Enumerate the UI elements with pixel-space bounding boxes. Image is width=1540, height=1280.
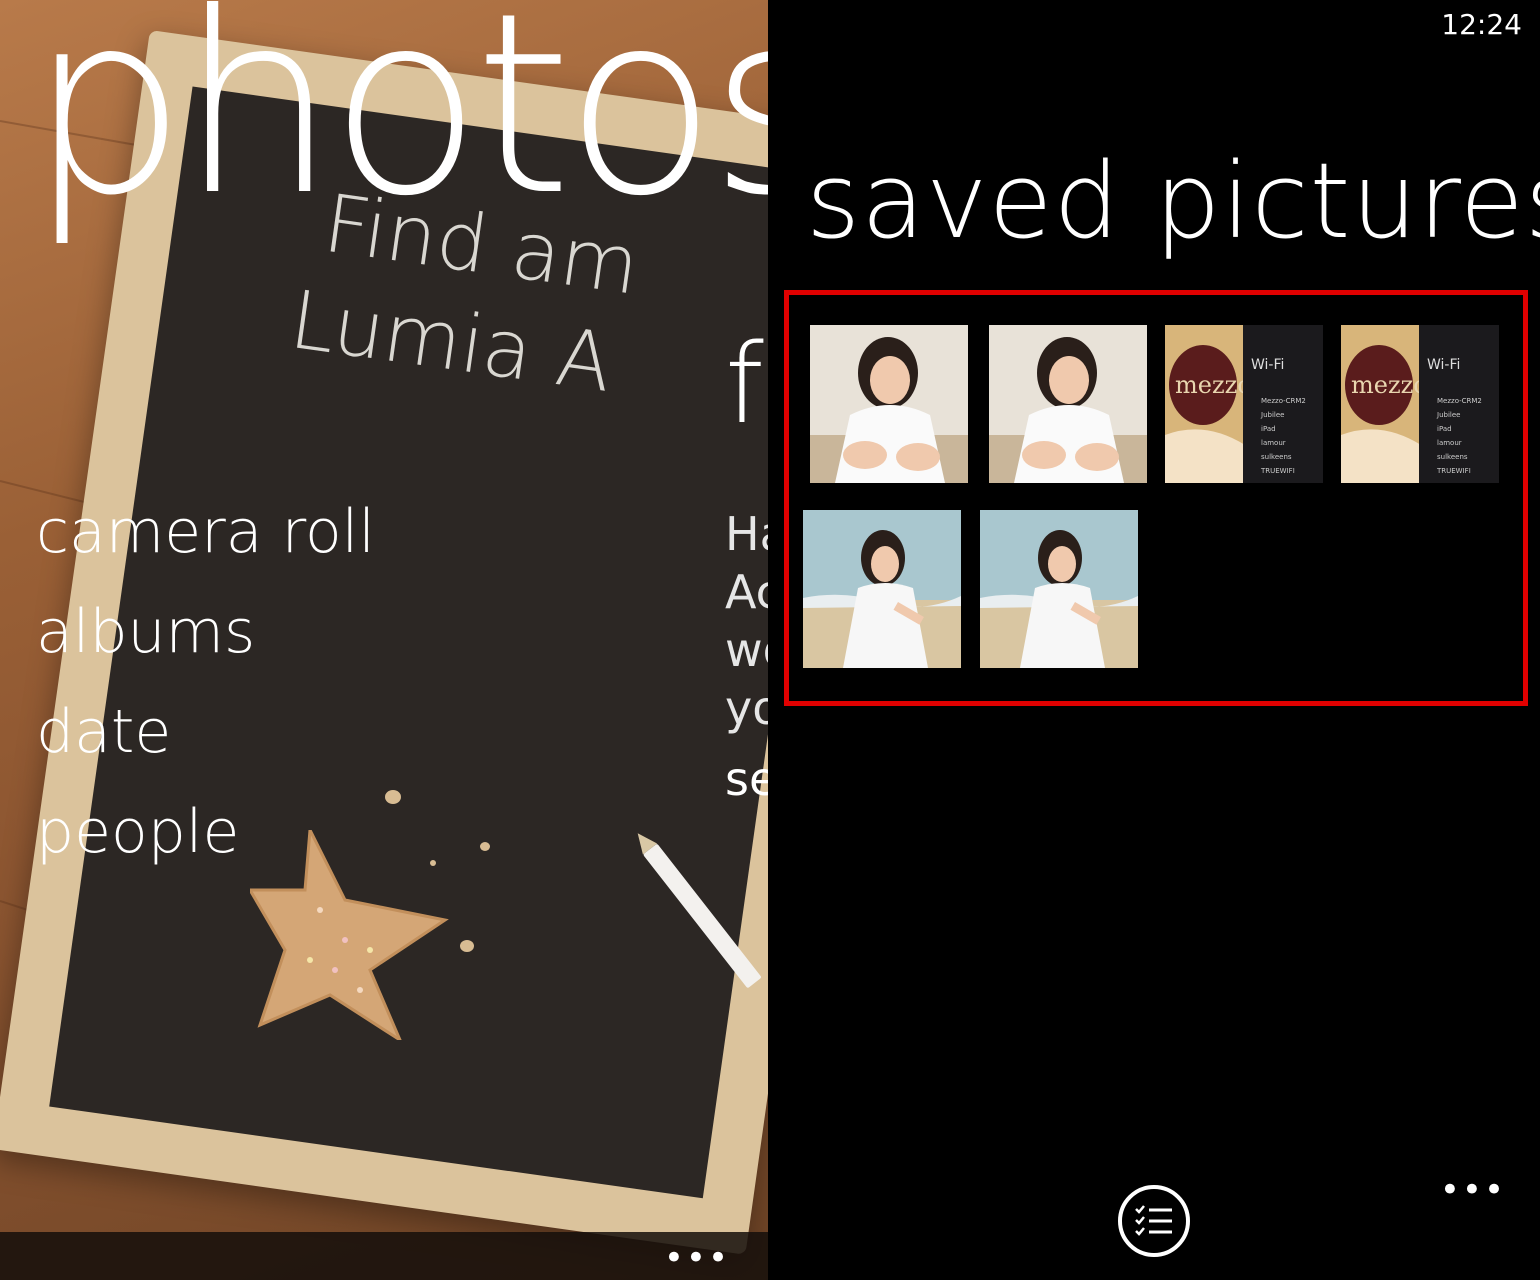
photo-image [989, 325, 1147, 483]
photo-image [803, 510, 961, 668]
menu-item-people[interactable]: people [36, 802, 239, 862]
crumb [430, 860, 436, 866]
network-label: Jubilee [1260, 411, 1284, 419]
menu-item-date[interactable]: date [36, 702, 171, 762]
network-label: lamour [1261, 439, 1286, 447]
crumb [460, 940, 474, 952]
wifi-title: Wi-Fi [1427, 357, 1460, 373]
photo-thumbnail-girl-white-dress-2[interactable] [989, 325, 1147, 483]
photo-thumbnail-wifi-screenshot-2[interactable]: mezzo Wi-Fi Mezzo-CRM2 Jubilee iPad lamo… [1341, 325, 1499, 483]
network-label: sulkeens [1261, 453, 1292, 461]
peek-line: yo [725, 681, 768, 735]
network-label: iPad [1437, 425, 1452, 433]
cup-text: mezzo [1175, 371, 1252, 399]
app-bar: ••• [0, 1232, 768, 1280]
photo-thumbnail-girl-beach-2[interactable] [980, 510, 1138, 668]
photo-image: mezzo Wi-Fi Mezzo-CRM2 Jubilee iPad lamo… [1341, 325, 1499, 483]
photo-image: mezzo Wi-Fi Mezzo-CRM2 Jubilee iPad lamo… [1165, 325, 1323, 483]
photos-hub-panel: Find am Lumia A photos fe Ha Ac wo yo se… [0, 0, 768, 1280]
peek-line: wo [725, 623, 768, 677]
photo-image [810, 325, 968, 483]
saved-pictures-panel: 12:24 saved pictures mezzo Wi-Fi Mezzo-C… [768, 0, 1540, 1280]
photo-image [980, 510, 1138, 668]
status-clock: 12:24 [1441, 8, 1522, 41]
menu-item-albums[interactable]: albums [36, 602, 255, 662]
peek-line: Ha [725, 507, 768, 561]
peek-heading: fe [725, 320, 768, 448]
photo-thumbnail-girl-beach-1[interactable] [803, 510, 961, 668]
network-label: lamour [1437, 439, 1462, 447]
peek-link[interactable]: se [725, 752, 768, 806]
menu-item-camera-roll[interactable]: camera roll [36, 502, 375, 562]
network-label: Mezzo-CRM2 [1261, 397, 1306, 405]
photo-thumbnail-wifi-screenshot-1[interactable]: mezzo Wi-Fi Mezzo-CRM2 Jubilee iPad lamo… [1165, 325, 1323, 483]
photo-thumbnail-girl-white-dress-1[interactable] [810, 325, 968, 483]
crumb [480, 842, 490, 851]
network-label: sulkeens [1437, 453, 1468, 461]
peek-line: Ac [725, 565, 768, 619]
hub-title: photos [28, 0, 768, 250]
ellipsis-icon[interactable]: ••• [664, 1238, 730, 1278]
ellipsis-icon[interactable]: ••• [1440, 1170, 1506, 1210]
select-button[interactable] [1118, 1185, 1190, 1257]
network-label: Mezzo-CRM2 [1437, 397, 1482, 405]
cup-text: mezzo [1351, 371, 1428, 399]
wifi-title: Wi-Fi [1251, 357, 1284, 373]
page-title: saved pictures [806, 140, 1540, 262]
star-cookie-image [247, 824, 450, 1044]
network-label: TRUEWIFI [1260, 467, 1295, 475]
network-label: Jubilee [1436, 411, 1460, 419]
peek-text: Ha Ac wo yo [725, 505, 768, 737]
network-label: TRUEWIFI [1436, 467, 1471, 475]
select-list-icon [1135, 1205, 1172, 1236]
crumb [385, 790, 401, 804]
network-label: iPad [1261, 425, 1276, 433]
